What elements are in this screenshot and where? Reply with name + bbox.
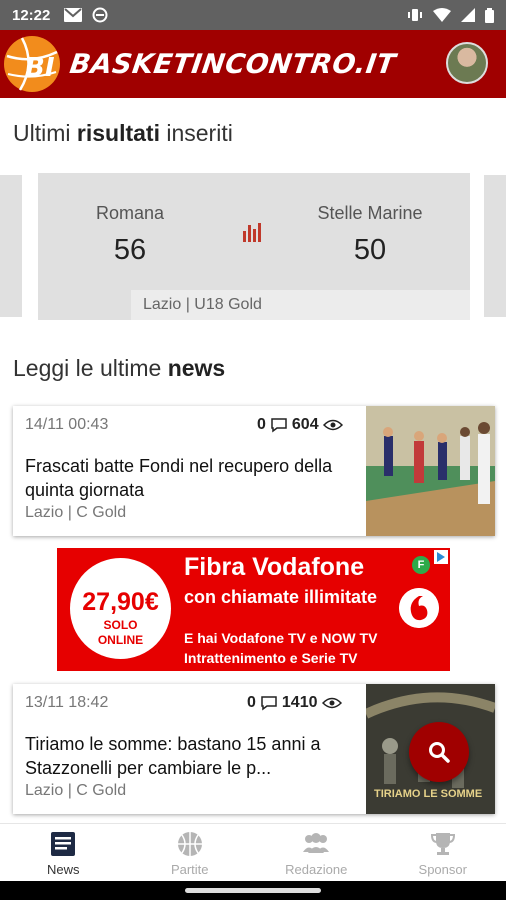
wifi-icon xyxy=(433,8,451,22)
basketball-logo-icon[interactable]: BI xyxy=(2,34,62,94)
home-team: Romana 56 xyxy=(40,203,220,267)
news-thumbnail xyxy=(366,406,495,536)
news-counts: 0 604 xyxy=(257,416,343,434)
status-bar: 12:22 xyxy=(0,0,506,30)
ad-subtitle: con chiamate illimitate xyxy=(184,587,378,607)
view-count: 604 xyxy=(291,416,319,433)
news-headline: Tiriamo le somme: bastano 15 anni a Staz… xyxy=(25,734,321,778)
thumb-caption: TIRIAMO LE SOMME xyxy=(374,788,482,800)
ad-banner[interactable]: 27,90€ SOLO ONLINE Fibra Vodafone con ch… xyxy=(57,548,450,671)
news-card[interactable]: 14/11 00:43 0 604 Frascati batte Fondi n… xyxy=(13,406,495,536)
news-date: 14/11 00:43 xyxy=(25,416,109,433)
away-team-score: 50 xyxy=(353,234,387,266)
ad-line-1: E hai Vodafone TV e NOW TV xyxy=(184,630,378,646)
nav-label-partite: Partite xyxy=(170,862,209,877)
result-card-previous[interactable] xyxy=(0,175,22,317)
away-team-name: Stelle Marine xyxy=(317,203,423,223)
home-team-score: 56 xyxy=(113,234,147,266)
battery-icon xyxy=(485,7,494,23)
sync-icon xyxy=(92,7,108,23)
mail-icon xyxy=(64,8,83,22)
nav-item-redazione[interactable]: Redazione xyxy=(253,824,380,881)
away-team: Stelle Marine 50 xyxy=(280,203,460,267)
result-card-next[interactable] xyxy=(484,175,506,317)
news-category: Lazio | C Gold xyxy=(25,782,127,799)
news-section-title: Leggi le ultime news xyxy=(13,355,226,381)
trophy-icon xyxy=(430,833,455,855)
vodafone-logo-icon xyxy=(399,588,439,628)
signal-icon xyxy=(461,8,475,22)
app-header: BI BASKETINCONTRO.IT xyxy=(0,30,506,98)
ad-title: Fibra Vodafone xyxy=(184,553,365,581)
comment-icon xyxy=(271,418,287,433)
stats-icon[interactable] xyxy=(242,221,264,243)
bottom-nav: News Partite Redazione Sponsor xyxy=(0,823,506,881)
result-league: Lazio | U18 Gold xyxy=(131,290,470,320)
nav-label-news: News xyxy=(46,862,80,877)
ad-badge: F xyxy=(412,556,430,574)
nav-item-partite[interactable]: Partite xyxy=(127,824,254,881)
ad-price: 27,90€ xyxy=(82,588,159,616)
search-icon xyxy=(429,742,450,763)
ad-price-note-2: ONLINE xyxy=(97,633,144,647)
home-gesture-handle[interactable] xyxy=(185,888,321,893)
comment-count: 0 xyxy=(257,416,266,433)
ad-line-2: Intrattenimento e Serie TV xyxy=(184,650,358,666)
news-icon xyxy=(51,832,76,856)
comment-count: 0 xyxy=(247,694,256,711)
ad-price-note-1: SOLO xyxy=(103,618,138,632)
search-fab-button[interactable] xyxy=(409,722,469,782)
news-headline: Frascati batte Fondi nel recupero della … xyxy=(25,456,333,500)
system-gesture-bar xyxy=(0,881,506,900)
status-time: 12:22 xyxy=(12,6,51,24)
news-counts: 0 1410 xyxy=(247,694,342,712)
people-icon xyxy=(303,833,330,853)
ad-price-circle: 27,90€ SOLO ONLINE xyxy=(70,558,171,659)
basketball-icon xyxy=(177,832,202,856)
brand-name[interactable]: BASKETINCONTRO.IT xyxy=(68,49,398,80)
nav-label-redazione: Redazione xyxy=(285,862,348,877)
vibrate-icon xyxy=(408,9,422,21)
eye-icon xyxy=(322,419,343,431)
nav-item-news[interactable]: News xyxy=(0,824,127,881)
avatar[interactable] xyxy=(446,42,488,84)
logo-text: BI xyxy=(25,53,55,83)
view-count: 1410 xyxy=(281,694,318,711)
ad-choices-icon[interactable] xyxy=(434,550,448,564)
nav-label-sponsor: Sponsor xyxy=(418,862,467,877)
nav-item-sponsor[interactable]: Sponsor xyxy=(380,824,506,881)
news-category: Lazio | C Gold xyxy=(25,504,127,521)
result-card[interactable]: Romana 56 Stelle Marine 50 Lazio | U18 G… xyxy=(38,173,470,320)
home-team-name: Romana xyxy=(95,203,165,223)
comment-icon xyxy=(261,696,277,711)
results-section-title: Ultimi risultati inseriti xyxy=(13,120,233,146)
eye-icon xyxy=(321,697,342,709)
news-date: 13/11 18:42 xyxy=(25,694,109,711)
